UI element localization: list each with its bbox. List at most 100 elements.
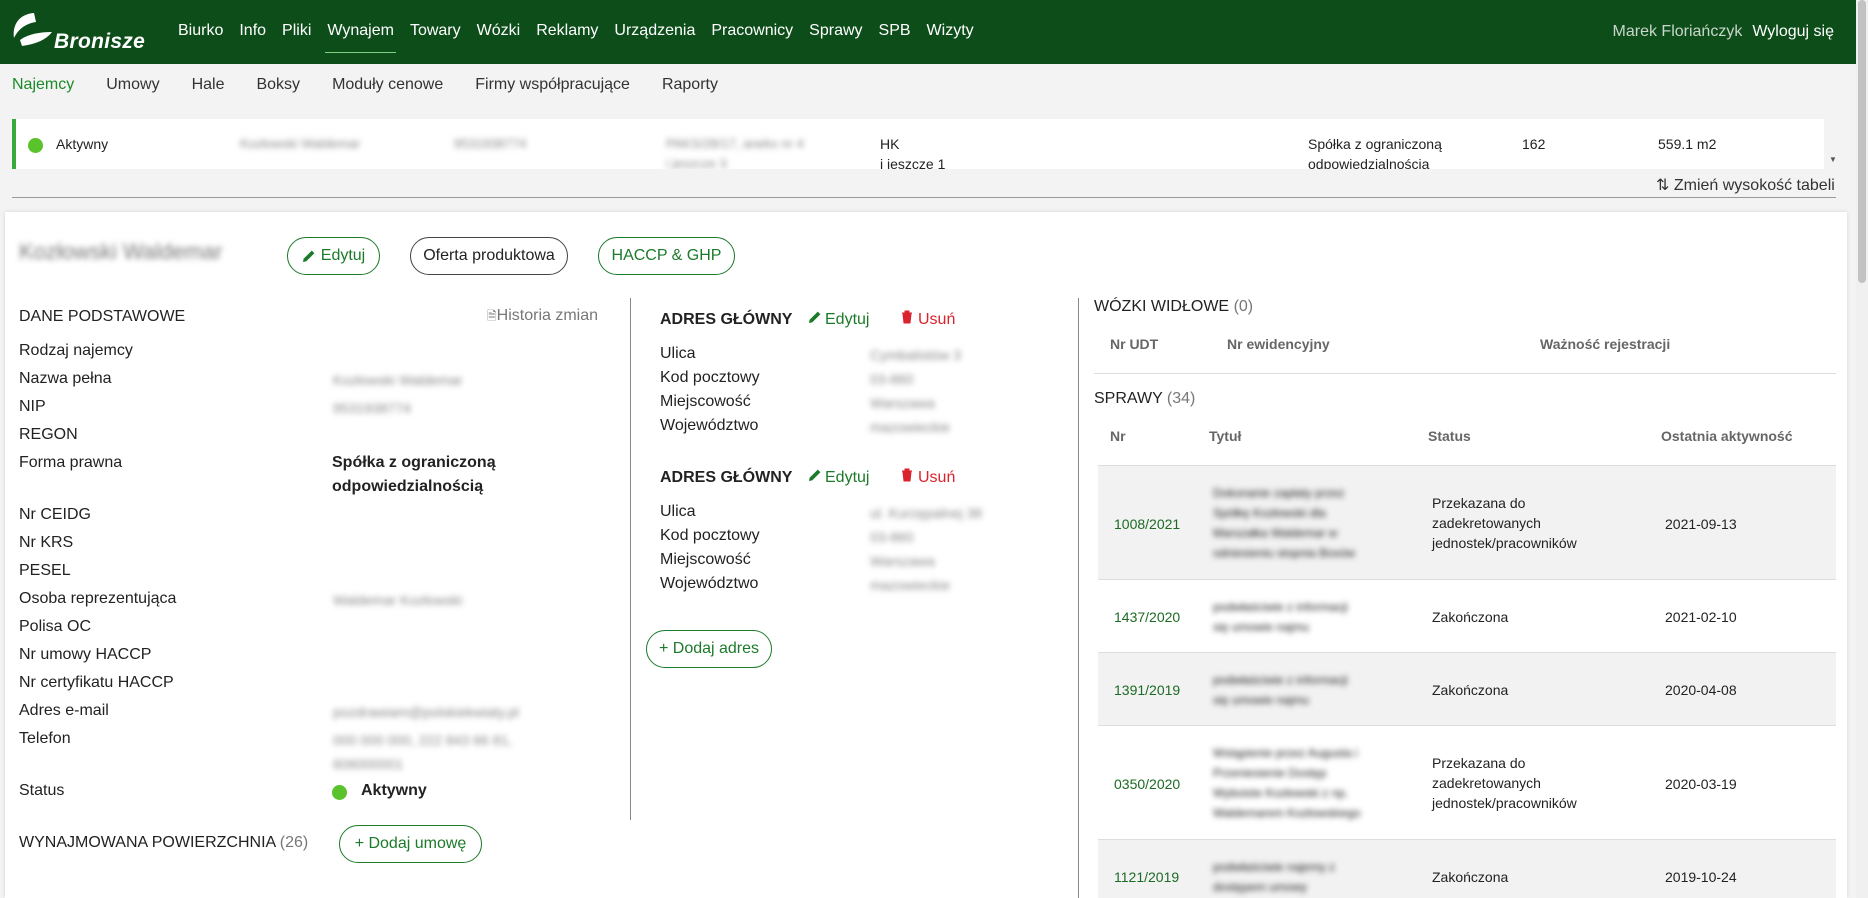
address-2-postcode: 03-860 (870, 529, 914, 545)
nav-reklamy[interactable]: Reklamy (528, 0, 606, 64)
table-row[interactable]: 1008/2021 Dokonanie zapłaty przez Spółkę… (1098, 465, 1836, 579)
status-active-dot-icon (332, 785, 347, 800)
top-bar: Bronisze Biurko Info Pliki Wynajem Towar… (0, 0, 1856, 64)
forklift-table-divider (1094, 373, 1836, 374)
subnav-umowy[interactable]: Umowy (106, 76, 159, 94)
case-date: 2019-10-24 (1665, 869, 1737, 885)
haccp-ghp-button[interactable]: HACCP & GHP (598, 237, 735, 275)
value-telefon-2: 606000001 (333, 756, 404, 772)
nav-wozki[interactable]: Wózki (469, 0, 529, 64)
cases-col-status[interactable]: Status (1428, 428, 1471, 444)
cases-heading: SPRAWY (34) (1094, 390, 1195, 408)
address-1-delete-label: Usuń (918, 311, 956, 328)
case-nr[interactable]: 1391/2019 (1114, 680, 1180, 700)
status-dot-icon (28, 138, 43, 153)
product-offer-button[interactable]: Oferta produktowa (410, 237, 568, 275)
resize-table-button[interactable]: ⇅ Zmień wysokość tabeli (1656, 175, 1835, 195)
forklift-col-nr-ewid[interactable]: Nr ewidencyjny (1227, 336, 1330, 352)
value-forma-1: Spółka z ograniczoną (332, 454, 496, 471)
forklifts-heading-label: WÓZKI WIDŁOWE (1094, 298, 1230, 315)
value-forma-2: odpowiedzialnością (332, 478, 484, 495)
label-forma: Forma prawna (19, 454, 123, 471)
label-status: Status (19, 782, 65, 799)
case-title-line: odniesieniu stopnia Boxów (1213, 546, 1356, 560)
basic-data-heading: DANE PODSTAWOWE (19, 308, 186, 325)
nav-pracownicy[interactable]: Pracownicy (703, 0, 801, 64)
nav-spb[interactable]: SPB (871, 0, 919, 64)
scroll-down-icon[interactable]: ▼ (1829, 155, 1837, 164)
nav-wynajem[interactable]: Wynajem (319, 0, 402, 64)
tenant-detail-panel: Kozłowski Waldemar Edytuj Oferta produkt… (5, 212, 1847, 898)
cases-col-title[interactable]: Tytuł (1209, 428, 1241, 444)
user-name[interactable]: Marek Floriańczyk (1613, 23, 1743, 41)
subnav-najemcy[interactable]: Najemcy (12, 76, 74, 94)
subnav-firmy[interactable]: Firmy współpracujące (475, 76, 630, 94)
label-nazwa: Nazwa pełna (19, 370, 112, 387)
column-separator-2 (1078, 298, 1079, 898)
add-address-button[interactable]: + Dodaj adres (646, 630, 772, 668)
case-nr[interactable]: 1121/2019 (1114, 867, 1179, 887)
value-status: Aktywny (361, 782, 427, 799)
logout-link[interactable]: Wyloguj się (1752, 23, 1834, 41)
history-link[interactable]: 🗎Historia zmian (487, 307, 598, 328)
label-email: Adres e-mail (19, 702, 109, 719)
forklift-col-waznosc[interactable]: Ważność rejestracji (1540, 336, 1670, 352)
cases-col-nr[interactable]: Nr (1110, 428, 1126, 444)
forklift-col-udt[interactable]: Nr UDT (1110, 336, 1158, 352)
subnav-raporty[interactable]: Raporty (662, 76, 718, 94)
case-title-line: podwłaściwie najemy z (1213, 860, 1336, 874)
nav-biurko[interactable]: Biurko (170, 0, 231, 64)
tenant-title: Kozłowski Waldemar (19, 239, 223, 264)
main-nav: Biurko Info Pliki Wynajem Towary Wózki R… (170, 0, 982, 64)
page-scrollbar-thumb[interactable] (1858, 0, 1866, 283)
row-hall-more: i jeszcze 1 (880, 156, 946, 169)
address-1-voivodeship: mazowieckie (870, 419, 951, 435)
row-nip: 9531938774 (454, 136, 527, 151)
case-nr[interactable]: 1008/2021 (1114, 514, 1180, 534)
nav-wizyty[interactable]: Wizyty (919, 0, 982, 64)
nav-towary[interactable]: Towary (402, 0, 469, 64)
nav-info[interactable]: Info (231, 0, 274, 64)
row-status: Aktywny (56, 136, 109, 152)
row-legal-form-2: odpowiedzialnością (1308, 156, 1430, 169)
subnav-boksy[interactable]: Boksy (256, 76, 300, 94)
add-contract-button[interactable]: + Dodaj umowę (339, 825, 482, 863)
value-email[interactable]: pozdrawiam@polskiekwiaty.pl (333, 704, 519, 720)
tenant-table-row[interactable]: Aktywny Kozłowski Waldemar 9531938774 PA… (12, 119, 1824, 169)
case-nr[interactable]: 1437/2020 (1114, 607, 1180, 627)
subnav-moduly-cenowe[interactable]: Moduły cenowe (332, 76, 443, 94)
table-row[interactable]: 1437/2020 podwłaściwie z informacji się … (1098, 579, 1836, 652)
case-status-line: Zakończona (1432, 869, 1509, 885)
cases-col-activity[interactable]: Ostatnia aktywność (1661, 428, 1793, 444)
row-boxes-more: i jeszcze 3 (666, 156, 727, 169)
row-area: 559.1 m2 (1658, 136, 1717, 152)
address-1-delete-link[interactable]: Usuń (901, 310, 955, 329)
case-nr[interactable]: 0350/2020 (1114, 774, 1180, 794)
table-scrollbar[interactable]: ▼ (1826, 119, 1840, 169)
nav-urzadzenia[interactable]: Urządzenia (606, 0, 703, 64)
table-row[interactable]: 1121/2019 podwłaściwie najemy z dostępem… (1098, 839, 1836, 898)
address-1-edit-link[interactable]: Edytuj (808, 310, 869, 329)
row-hall: HK (880, 136, 900, 152)
subnav-hale[interactable]: Hale (192, 76, 225, 94)
table-row[interactable]: 0350/2020 Wstąpienie przez Augusta i Prz… (1098, 725, 1836, 839)
address-2-delete-link[interactable]: Usuń (901, 468, 955, 487)
leaf-logo-icon (13, 13, 52, 46)
label-rodzaj: Rodzaj najemcy (19, 342, 133, 359)
case-status-line: jednostek/pracowników (1432, 795, 1577, 811)
label-cert-haccp: Nr certyfikatu HACCP (19, 674, 174, 691)
table-row[interactable]: 1391/2019 podwłaściwie z informacji się … (1098, 652, 1836, 725)
edit-tenant-button[interactable]: Edytuj (287, 237, 380, 275)
address-2-edit-link[interactable]: Edytuj (808, 468, 869, 487)
label-osoba: Osoba reprezentująca (19, 590, 177, 607)
nav-sprawy[interactable]: Sprawy (801, 0, 870, 64)
label-pesel: PESEL (19, 562, 71, 579)
brand-logo[interactable]: Bronisze (10, 0, 160, 64)
page-scrollbar[interactable] (1856, 0, 1868, 898)
label-polisa: Polisa OC (19, 618, 92, 635)
case-date: 2021-02-10 (1665, 609, 1737, 625)
label-nip: NIP (19, 398, 46, 415)
nav-pliki[interactable]: Pliki (274, 0, 319, 64)
lease-count: (26) (279, 834, 309, 851)
case-title-line: Spółkę Kozłowski dla (1213, 506, 1326, 520)
